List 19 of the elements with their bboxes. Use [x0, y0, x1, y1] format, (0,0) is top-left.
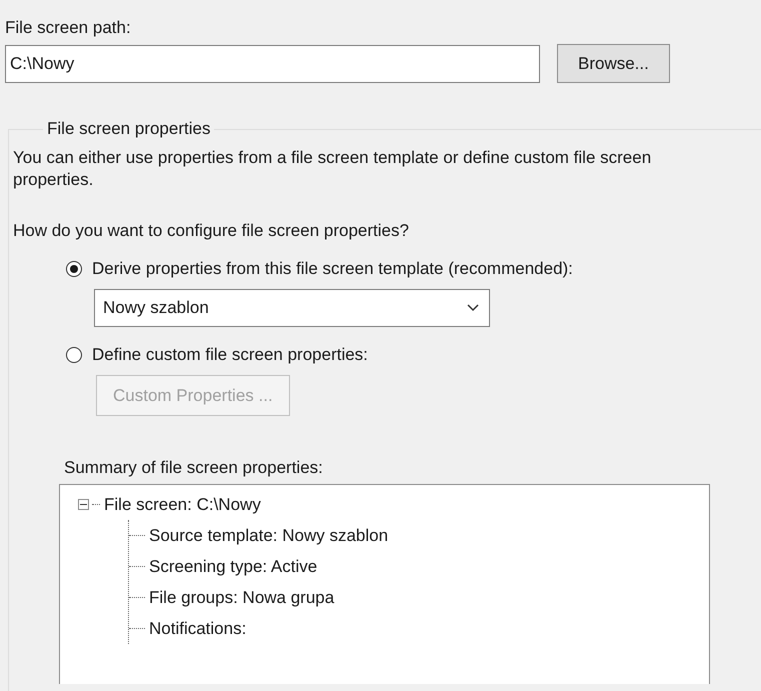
- radio-button[interactable]: [66, 261, 82, 277]
- radio-button[interactable]: [66, 347, 82, 363]
- summary-label: Summary of file screen properties:: [64, 458, 324, 478]
- template-dropdown[interactable]: Nowy szablon: [94, 289, 490, 327]
- collapse-icon[interactable]: [78, 499, 89, 510]
- tree-item[interactable]: File screen: C:\Nowy: [104, 494, 261, 514]
- group-legend: File screen properties: [43, 119, 214, 139]
- browse-button[interactable]: Browse...: [557, 44, 670, 83]
- radio-label[interactable]: Derive properties from this file screen template (recommended):: [92, 259, 573, 279]
- tree-item[interactable]: Notifications:: [149, 618, 246, 638]
- tree-item[interactable]: Screening type: Active: [149, 556, 318, 576]
- chevron-down-icon: [467, 304, 479, 312]
- tree-item[interactable]: File groups: Nowa grupa: [149, 588, 334, 608]
- description-text: You can either use properties from a file screen template or define custom file screen properties.: [13, 147, 652, 191]
- tree-item[interactable]: Source template: Nowy szablon: [149, 526, 388, 546]
- path-field[interactable]: C:\Nowy: [5, 44, 540, 82]
- question-text: How do you want to configure file screen properties?: [13, 221, 410, 241]
- radio-label[interactable]: Define custom file screen properties:: [92, 345, 368, 365]
- path-label: File screen path:: [5, 18, 132, 38]
